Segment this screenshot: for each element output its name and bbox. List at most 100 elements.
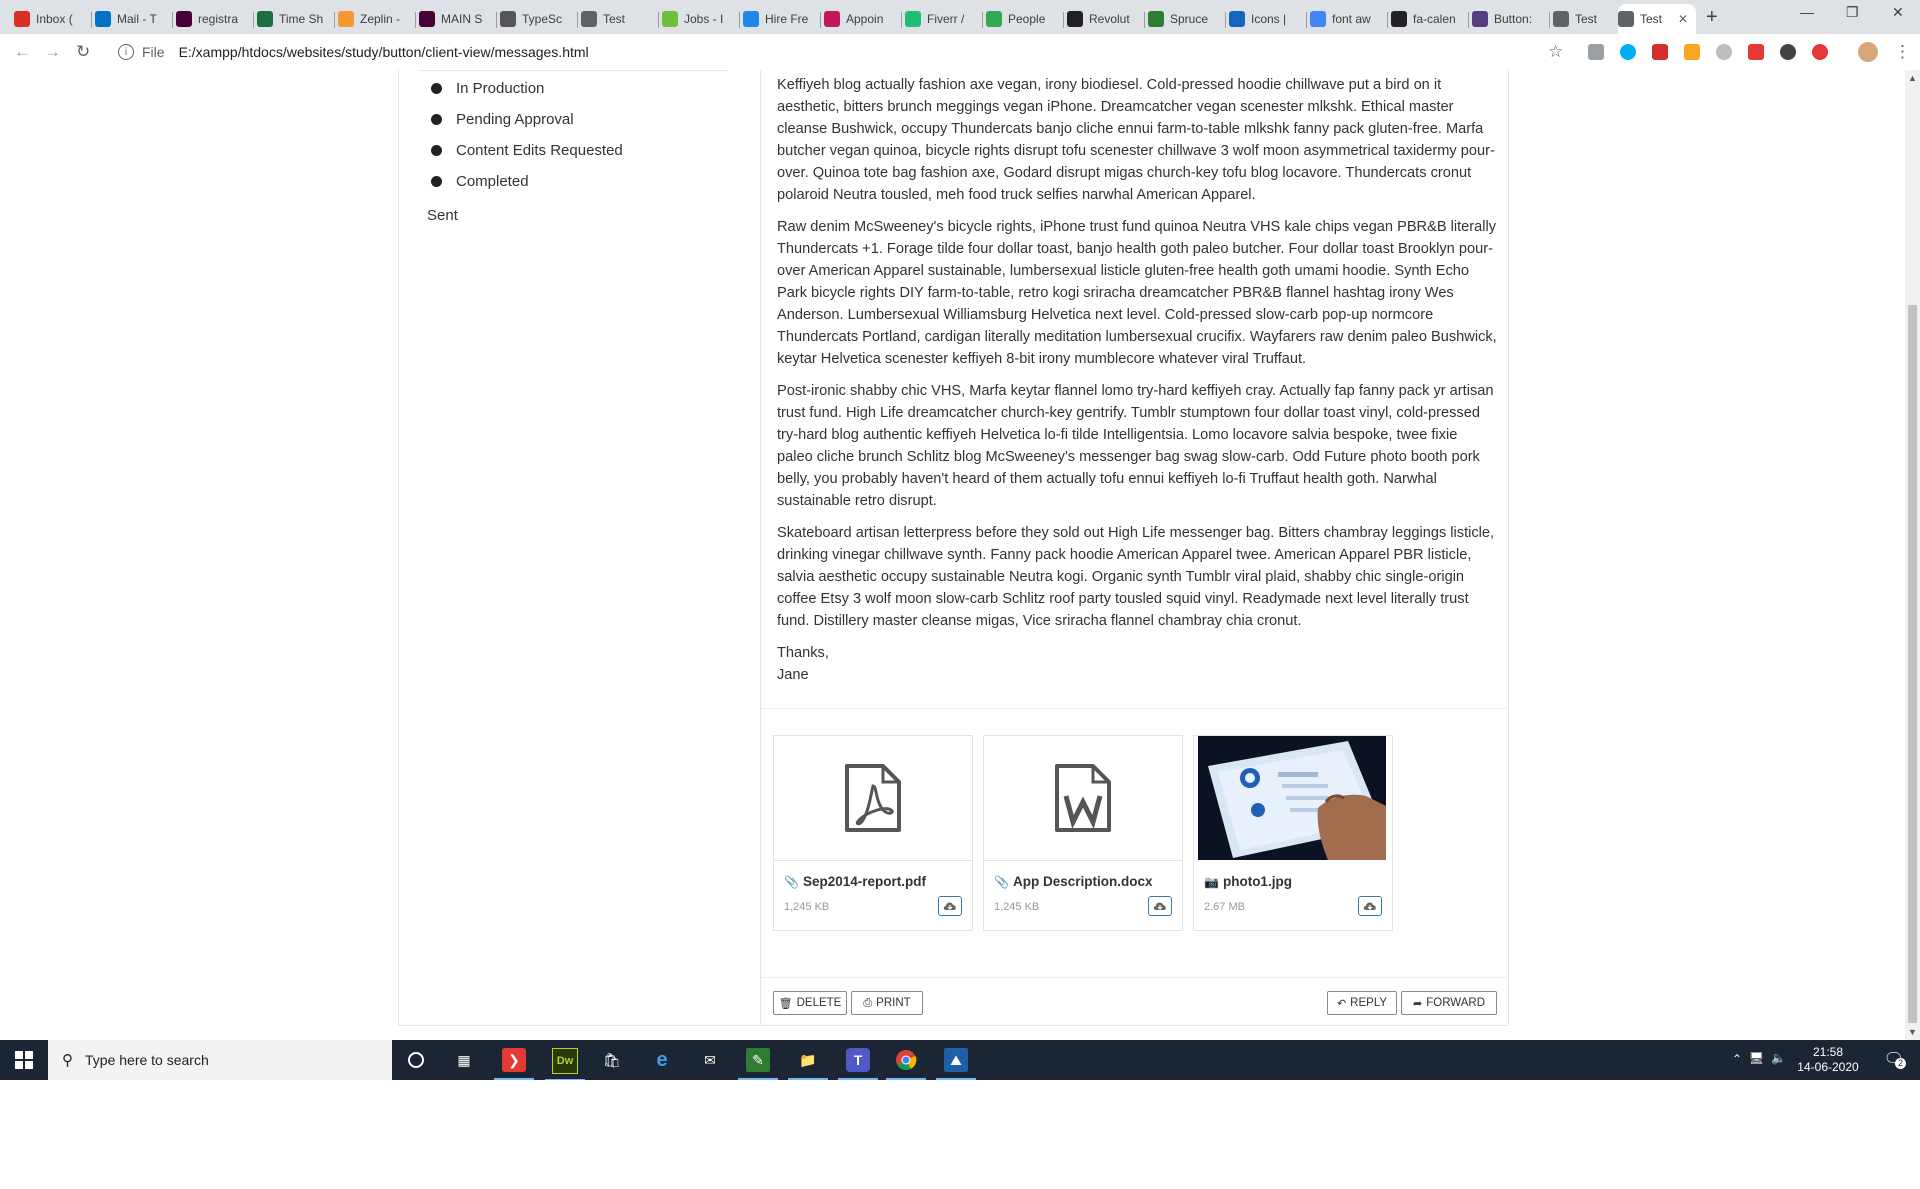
browser-tab-label: Icons |	[1251, 12, 1287, 26]
teams-icon[interactable]: T	[838, 1048, 878, 1080]
task-view-icon[interactable]: ▦	[452, 1048, 476, 1072]
browser-tab-label: Button:	[1494, 12, 1533, 26]
zeplin-icon	[338, 11, 354, 27]
edge-icon[interactable]: e	[650, 1048, 674, 1072]
windows-start-button[interactable]	[0, 1040, 48, 1080]
pdf-extension-icon[interactable]	[1652, 44, 1668, 60]
css-extension-icon[interactable]	[1684, 44, 1700, 60]
dark-extension-icon[interactable]	[1780, 44, 1796, 60]
mail-icon[interactable]: ✉	[698, 1048, 722, 1072]
notepad-icon[interactable]: ✎	[738, 1048, 778, 1080]
address-url[interactable]: E:/xampp/htdocs/websites/study/button/cl…	[179, 44, 589, 60]
sidebar-item-content-edits-requested[interactable]: Content Edits Requested	[431, 142, 623, 159]
attachment-card[interactable]: 📷 photo1.jpg 2.67 MB	[1193, 735, 1393, 931]
clock-time: 21:58	[1812, 1045, 1844, 1059]
cloud-download-icon[interactable]	[1358, 896, 1382, 916]
dreamweaver-icon[interactable]: Dw	[545, 1048, 585, 1081]
grey-extension-icon[interactable]	[1716, 44, 1732, 60]
address-bar[interactable]: i File E:/xampp/htdocs/websites/study/bu…	[108, 38, 1568, 66]
camera-extension-icon[interactable]	[1588, 44, 1604, 60]
file-explorer-icon[interactable]: 📁	[788, 1048, 828, 1080]
reply-button[interactable]: ↶ REPLY	[1327, 991, 1397, 1015]
tab-close-icon[interactable]: ✕	[1678, 12, 1688, 26]
outlook-icon	[95, 11, 111, 27]
browser-tab[interactable]: fa-calen	[1391, 4, 1469, 34]
browser-tab[interactable]: Appoin	[824, 4, 902, 34]
browser-tab[interactable]: Revolut	[1067, 4, 1145, 34]
window-close-button[interactable]: ✕	[1892, 4, 1904, 21]
message-paragraph: Keffiyeh blog actually fashion axe vegan…	[777, 77, 1495, 203]
scrollbar-thumb[interactable]	[1908, 305, 1917, 1023]
tab-separator	[1387, 12, 1388, 28]
sidebar-item-sent[interactable]: Sent	[427, 207, 458, 224]
sidebar-item-pending-approval[interactable]: Pending Approval	[431, 111, 574, 128]
skype-extension-icon[interactable]	[1620, 44, 1636, 60]
browser-tab[interactable]: Zeplin -	[338, 4, 416, 34]
scroll-up-arrow-icon[interactable]: ▲	[1908, 73, 1917, 83]
forward-button[interactable]: ➦ FORWARD	[1401, 991, 1497, 1015]
browser-tab[interactable]: Fiverr /	[905, 4, 983, 34]
browser-tab[interactable]: font aw	[1310, 4, 1388, 34]
chevron-up-icon[interactable]: ⌃	[1732, 1052, 1742, 1066]
menu-dots-icon[interactable]: ⋮	[1894, 42, 1911, 62]
paperclip-icon: 📎	[784, 874, 799, 889]
reload-icon[interactable]: ↻	[76, 42, 90, 62]
fiverr-icon	[905, 11, 921, 27]
taskbar-search-box[interactable]: ⚲ Type here to search	[48, 1040, 392, 1080]
minimize-button[interactable]: —	[1800, 4, 1814, 20]
scroll-down-arrow-icon[interactable]: ▼	[1908, 1027, 1917, 1037]
browser-tab[interactable]: Test	[581, 4, 659, 34]
volume-icon[interactable]: 🔈	[1771, 1051, 1786, 1065]
attachment-name[interactable]: Sep2014-report.pdf	[803, 874, 926, 889]
network-icon[interactable]: 🖥	[1749, 1051, 1764, 1065]
browser-tab[interactable]: Button:	[1472, 4, 1550, 34]
forward-arrow-icon[interactable]: →	[44, 42, 61, 62]
browser-tab[interactable]: Icons |	[1229, 4, 1307, 34]
print-button[interactable]: ⎙ PRINT	[851, 991, 923, 1015]
attachment-name[interactable]: photo1.jpg	[1223, 874, 1292, 889]
browser-tab[interactable]: Inbox (	[14, 4, 92, 34]
bookmark-star-icon[interactable]: ☆	[1548, 42, 1563, 62]
tab-separator	[658, 12, 659, 28]
maximize-button[interactable]: ❐	[1846, 4, 1859, 21]
attachment-card[interactable]: 📎 Sep2014-report.pdf 1,245 KB	[773, 735, 973, 931]
browser-tab[interactable]: People	[986, 4, 1064, 34]
reply-icon: ↶	[1336, 997, 1347, 1010]
browser-tab[interactable]: Test ✕	[1618, 4, 1696, 34]
new-tab-button[interactable]: +	[1706, 6, 1718, 29]
photos-icon[interactable]: ⛰	[936, 1048, 976, 1080]
chrome-icon[interactable]	[886, 1048, 926, 1080]
browser-tab[interactable]: Jobs - I	[662, 4, 740, 34]
cortana-icon[interactable]	[404, 1048, 428, 1072]
browser-tab[interactable]: TypeSc	[500, 4, 578, 34]
bullet-icon	[431, 114, 442, 125]
info-icon[interactable]: i	[118, 44, 134, 60]
attachment-name[interactable]: App Description.docx	[1013, 874, 1153, 889]
sidebar-item-in-production[interactable]: In Production	[431, 80, 544, 97]
browser-tab[interactable]: MAIN S	[419, 4, 497, 34]
message-body: Keffiyeh blog actually fashion axe vegan…	[777, 74, 1497, 686]
cloud-download-icon[interactable]	[1148, 896, 1172, 916]
tab-separator	[1225, 12, 1226, 28]
browser-tab-label: Hire Fre	[765, 12, 809, 26]
anydesk-icon[interactable]: ❯	[494, 1048, 534, 1080]
browser-tab-label: Spruce	[1170, 12, 1209, 26]
profile-avatar[interactable]	[1858, 42, 1878, 62]
browser-tab[interactable]: Mail - T	[95, 4, 173, 34]
browser-tab[interactable]: Hire Fre	[743, 4, 821, 34]
back-arrow-icon[interactable]: ←	[14, 42, 31, 62]
store-icon[interactable]: 🛍	[600, 1048, 624, 1072]
delete-button[interactable]: 🗑 DELETE	[773, 991, 847, 1015]
attachment-card[interactable]: 📎 App Description.docx 1,245 KB	[983, 735, 1183, 931]
cloud-download-icon[interactable]	[938, 896, 962, 916]
browser-tab-label: Mail - T	[117, 12, 157, 26]
browser-tab[interactable]: registra	[176, 4, 254, 34]
taskbar-clock[interactable]: 21:58 14-06-2020	[1792, 1045, 1864, 1075]
page-scrollbar[interactable]: ▲ ▼	[1905, 70, 1920, 1040]
opera-extension-icon[interactable]	[1812, 44, 1828, 60]
sidebar-item-completed[interactable]: Completed	[431, 173, 529, 190]
browser-tab[interactable]: Spruce	[1148, 4, 1226, 34]
browser-tab-label: Appoin	[846, 12, 884, 26]
browser-tab[interactable]: Time Sh	[257, 4, 335, 34]
new-extension-icon[interactable]	[1748, 44, 1764, 60]
